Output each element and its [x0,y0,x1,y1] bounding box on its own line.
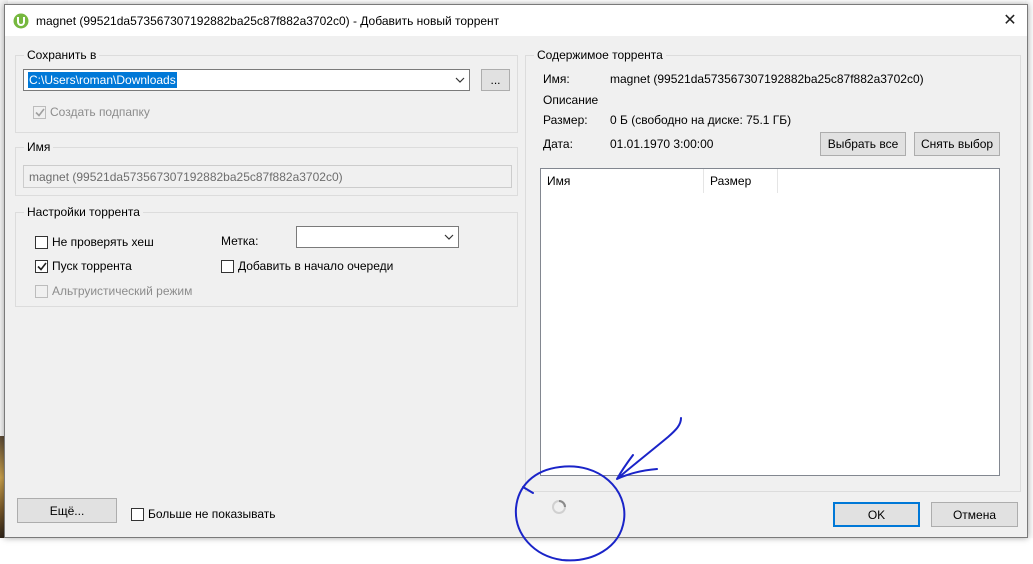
save-path-value: C:\Users\roman\Downloads [28,72,177,88]
skip-hash-label: Не проверять хеш [52,235,154,249]
save-path-combobox[interactable]: C:\Users\roman\Downloads [23,69,470,91]
contents-description-key: Описание [543,93,599,107]
superseed-checkbox[interactable]: Альтруистический режим [35,284,192,298]
torrent-contents-legend: Содержимое торрента [534,48,666,62]
superseed-check [35,284,48,298]
loading-spinner-icon [552,500,566,514]
label-combobox[interactable] [296,226,459,248]
contents-date-value: 01.01.1970 3:00:00 [610,137,714,151]
torrent-name-field[interactable]: magnet (99521da573567307192882ba25c87f88… [23,165,512,188]
ok-button[interactable]: OK [833,502,920,527]
dont-show-again-checkbox[interactable]: Больше не показывать [131,507,276,521]
contents-date-key: Дата: [543,137,573,151]
more-button[interactable]: Ещё... [17,498,117,523]
start-torrent-label: Пуск торрента [52,259,132,273]
contents-size-value: 0 Б (свободно на диске: 75.1 ГБ) [610,113,792,127]
create-subfolder-label: Создать подпапку [50,105,150,119]
save-location-group: Сохранить в [15,48,518,133]
add-torrent-dialog: magnet (99521da573567307192882ba25c87f88… [4,4,1028,538]
checkmark-icon [34,108,45,117]
checkmark-icon [36,262,47,271]
contents-name-value: magnet (99521da573567307192882ba25c87f88… [610,72,924,86]
dont-show-again-label: Больше не показывать [148,507,276,521]
save-location-legend: Сохранить в [24,48,100,62]
dont-show-again-check [131,507,144,521]
name-legend: Имя [24,140,54,154]
add-to-top-check [221,259,234,273]
superseed-label: Альтруистический режим [52,284,193,298]
file-list[interactable]: Имя Размер [540,168,1000,476]
file-list-header: Имя Размер [541,169,999,193]
title-bar: magnet (99521da573567307192882ba25c87f88… [5,5,1027,36]
label-caption: Метка: [221,234,259,248]
close-icon: ✕ [1003,12,1017,29]
cancel-button[interactable]: Отмена [931,502,1018,527]
contents-name-key: Имя: [543,72,570,86]
dialog-title: magnet (99521da573567307192882ba25c87f88… [36,13,500,28]
skip-hash-checkbox[interactable]: Не проверять хеш [35,235,154,249]
close-button[interactable]: ✕ [999,10,1021,30]
chevron-down-icon [444,234,454,240]
add-to-top-label: Добавить в начало очереди [238,259,394,273]
background-page-bottom [0,538,1033,564]
browse-button[interactable]: ... [481,69,510,91]
deselect-all-button[interactable]: Снять выбор [914,132,1000,156]
torrent-settings-legend: Настройки торрента [24,205,143,219]
skip-hash-check [35,235,48,249]
chevron-down-icon [455,77,465,83]
column-header-name[interactable]: Имя [541,169,704,193]
create-subfolder-checkbox[interactable]: Создать подпапку [33,105,150,119]
start-torrent-checkbox[interactable]: Пуск торрента [35,259,132,273]
contents-size-key: Размер: [543,113,588,127]
utorrent-icon [13,13,29,28]
create-subfolder-check [33,105,46,119]
add-to-top-checkbox[interactable]: Добавить в начало очереди [221,259,393,273]
column-header-size[interactable]: Размер [704,169,778,193]
start-torrent-check [35,259,48,273]
select-all-button[interactable]: Выбрать все [820,132,906,156]
